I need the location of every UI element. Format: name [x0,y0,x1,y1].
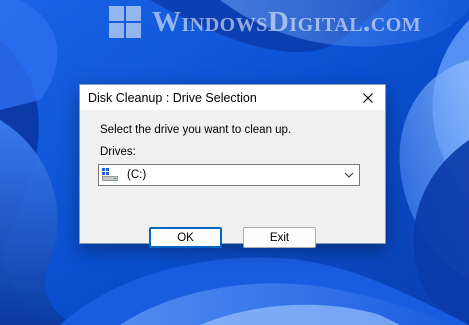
close-icon [363,92,373,103]
drives-dropdown[interactable]: (C:) [98,164,360,186]
ok-button[interactable]: OK [149,227,222,248]
instruction-text: Select the drive you want to clean up. [100,124,292,136]
windows-logo-icon [109,6,141,38]
chevron-down-icon[interactable] [344,171,354,179]
watermark: WindowsDigital.com [108,4,421,40]
watermark-text: WindowsDigital.com [152,5,422,38]
close-button[interactable] [351,85,385,110]
dialog-titlebar[interactable]: Disk Cleanup : Drive Selection [80,85,385,110]
selected-drive: (C:) [127,169,147,181]
drives-label: Drives: [100,146,136,158]
hard-drive-icon [102,168,118,181]
disk-cleanup-dialog: Disk Cleanup : Drive Selection Select th… [79,84,386,248]
dialog-title: Disk Cleanup : Drive Selection [88,90,257,105]
dialog-body: Select the drive you want to clean up. D… [80,110,385,248]
exit-button[interactable]: Exit [243,227,316,248]
